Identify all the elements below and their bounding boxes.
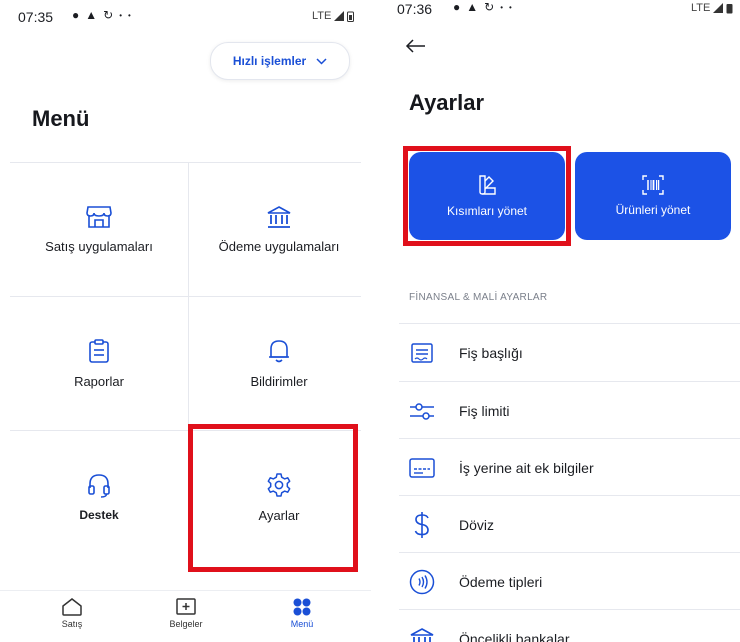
- status-time: 07:35: [18, 9, 54, 25]
- settings-row-payment-types[interactable]: Ödeme tipleri: [389, 553, 740, 610]
- bank-icon: [407, 624, 437, 642]
- nav-item-menu[interactable]: Menü: [262, 597, 342, 629]
- page-title: Menü: [32, 106, 90, 131]
- battery-icon: [726, 3, 733, 13]
- card-icon: [407, 453, 437, 483]
- status-icons: ● ▲ ↻ • •: [453, 0, 512, 14]
- warning-icon: ▲: [85, 8, 98, 22]
- settings-row-label: Fiş limiti: [459, 402, 510, 419]
- dot-icon: •: [119, 10, 123, 20]
- home-icon: [62, 598, 82, 616]
- document-add-icon: [176, 598, 196, 615]
- settings-row-business-info[interactable]: İş yerine ait ek bilgiler: [389, 439, 740, 496]
- menu-item-label: Satış uygulamaları: [45, 238, 153, 254]
- quick-actions-label: Hızlı işlemler: [232, 54, 307, 68]
- settings-row-receipt-header[interactable]: Fiş başlığı: [389, 324, 740, 381]
- network-indicator: LTE: [691, 2, 733, 14]
- battery-icon: [347, 11, 355, 22]
- bell-icon: [269, 339, 289, 362]
- status-time: 07:36: [397, 1, 433, 17]
- warning-icon: ▲: [466, 0, 479, 14]
- settings-row-label: Fiş başlığı: [459, 344, 523, 361]
- chevron-down-icon: [316, 57, 327, 65]
- page-title: Ayarlar: [409, 90, 485, 115]
- nav-label: Belgeler: [169, 619, 203, 629]
- status-icons: ● ▲ ↻ • •: [72, 8, 131, 22]
- menu-item-payment-apps[interactable]: Ödeme uygulamaları: [190, 162, 368, 296]
- nav-item-documents[interactable]: Belgeler: [146, 597, 226, 629]
- menu-item-label: Destek: [79, 508, 119, 522]
- network-indicator: LTE: [312, 10, 355, 22]
- quick-actions-button[interactable]: Hızlı işlemler: [210, 42, 350, 80]
- nav-item-sales[interactable]: Satış: [32, 597, 112, 629]
- action-label: Ürünleri yönet: [615, 203, 691, 217]
- notification-icon: ●: [72, 8, 80, 22]
- sliders-icon: [407, 396, 437, 426]
- highlight-box: [403, 146, 571, 246]
- menu-item-support[interactable]: Destek: [10, 430, 188, 564]
- sync-icon: ↻: [484, 0, 495, 14]
- menu-item-label: Bildirimler: [250, 373, 308, 389]
- manage-products-button[interactable]: Ürünleri yönet: [575, 152, 731, 240]
- receipt-icon: [407, 338, 437, 368]
- section-title: FİNANSAL & MALİ AYARLAR: [409, 292, 548, 303]
- settings-screen: 07:36 ● ▲ ↻ • • LTE Ayarlar Kısımları yö…: [389, 0, 740, 642]
- menu-item-reports[interactable]: Raporlar: [10, 296, 188, 430]
- settings-row-label: Ödeme tipleri: [459, 573, 543, 590]
- dot-icon: •: [509, 2, 512, 12]
- bottom-navigation: Satış Belgeler Menü: [0, 590, 371, 642]
- settings-row-label: Döviz: [459, 516, 495, 533]
- store-icon: [86, 205, 112, 228]
- settings-row-label: Öncelikli bankalar: [459, 630, 570, 642]
- status-bar: 07:36 ● ▲ ↻ • • LTE: [389, 0, 740, 34]
- network-label: LTE: [691, 2, 711, 14]
- signal-icon: [334, 11, 345, 21]
- back-arrow-icon[interactable]: [405, 38, 427, 54]
- highlight-box: [188, 424, 358, 572]
- settings-row-label: İş yerine ait ek bilgiler: [459, 459, 594, 476]
- grid-dots-icon: [293, 598, 311, 616]
- signal-icon: [713, 3, 724, 13]
- menu-item-label: Ödeme uygulamaları: [218, 238, 340, 254]
- sync-icon: ↻: [103, 8, 114, 22]
- nav-label: Satış: [61, 619, 83, 629]
- network-label: LTE: [312, 10, 332, 22]
- settings-row-receipt-limit[interactable]: Fiş limiti: [389, 382, 740, 439]
- menu-item-label: Raporlar: [74, 373, 124, 389]
- nav-label: Menü: [290, 619, 314, 629]
- dot-icon: •: [500, 2, 504, 12]
- notification-icon: ●: [453, 0, 461, 14]
- dollar-icon: [407, 510, 437, 540]
- menu-item-notifications[interactable]: Bildirimler: [190, 296, 368, 430]
- clipboard-icon: [89, 338, 109, 363]
- menu-screen: 07:35 ● ▲ ↻ • • LTE Hızlı işlemler Menü …: [0, 0, 371, 642]
- bank-icon: [267, 205, 291, 228]
- status-bar: 07:35 ● ▲ ↻ • • LTE: [0, 0, 371, 34]
- settings-row-priority-banks[interactable]: Öncelikli bankalar: [389, 610, 740, 642]
- settings-row-currency[interactable]: Döviz: [389, 496, 740, 553]
- contactless-icon: [407, 567, 437, 597]
- menu-item-sales-apps[interactable]: Satış uygulamaları: [10, 162, 188, 296]
- barcode-icon: [642, 175, 664, 195]
- headset-icon: [88, 474, 110, 498]
- dot-icon: •: [128, 10, 131, 20]
